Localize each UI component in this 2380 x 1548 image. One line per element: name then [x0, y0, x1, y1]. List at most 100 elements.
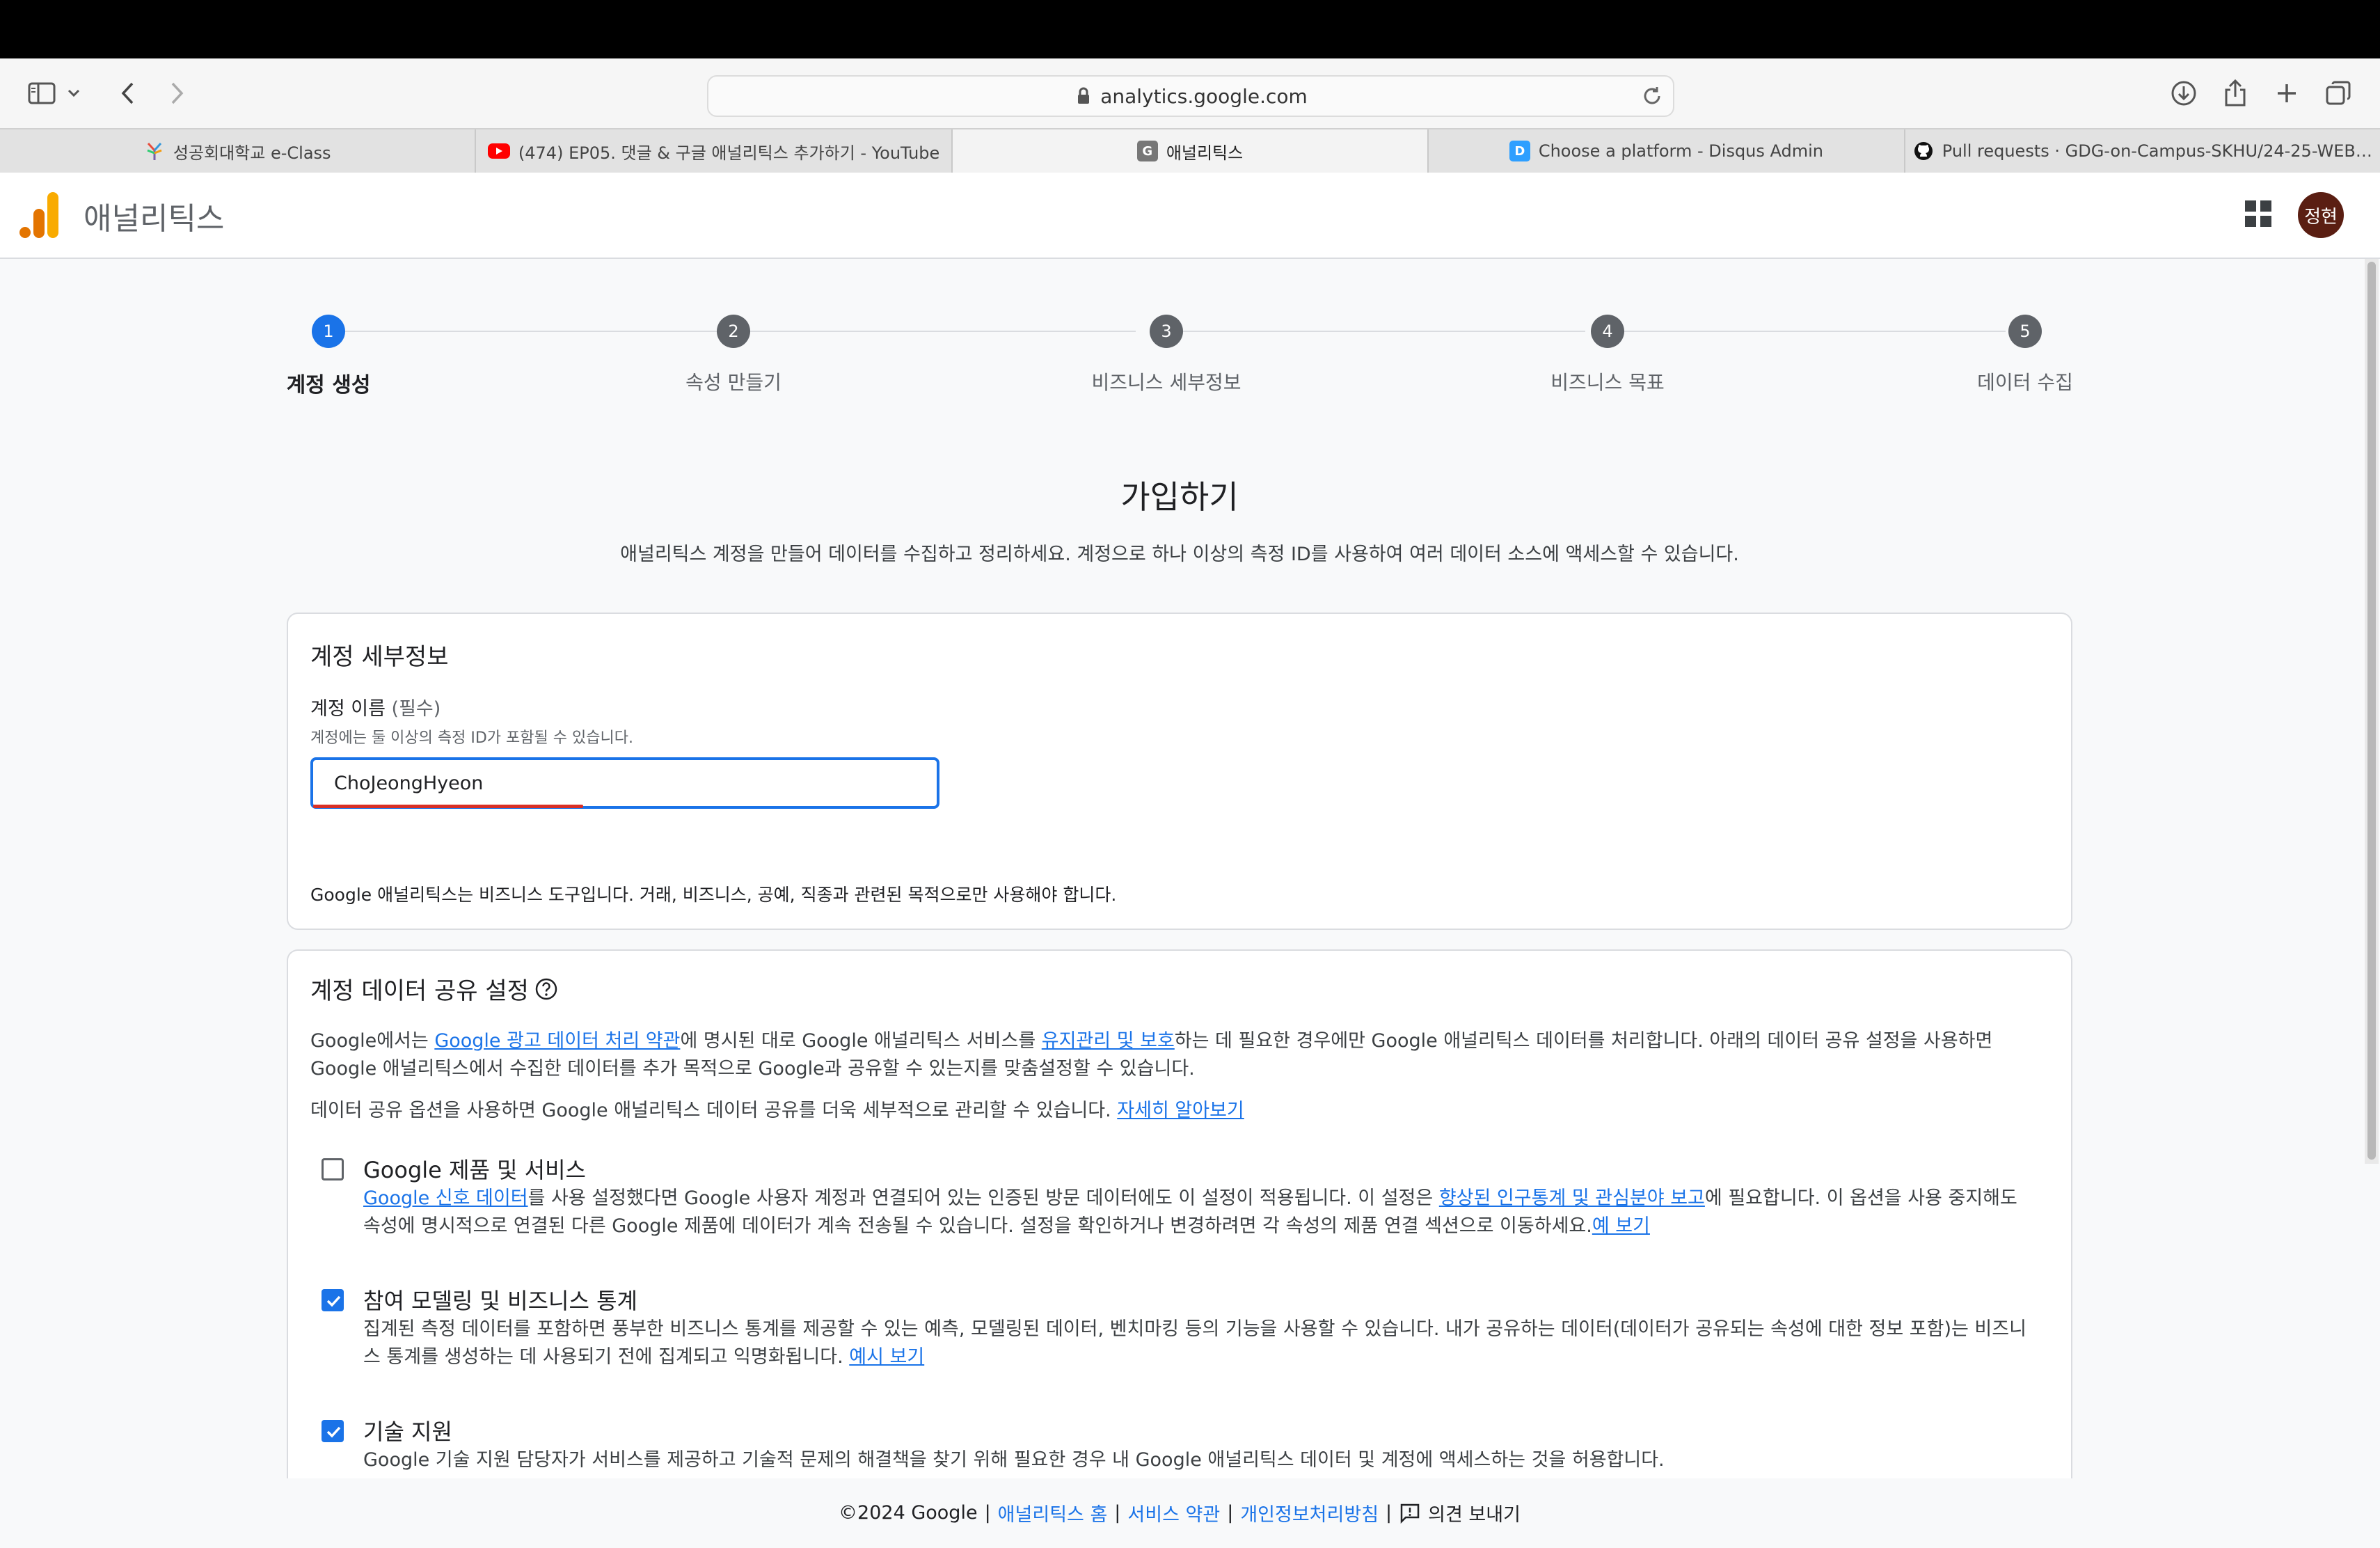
lock-icon: [1078, 87, 1090, 104]
view-example-link[interactable]: 예시 보기: [849, 1346, 924, 1368]
youtube-favicon-icon: [487, 143, 510, 159]
step-connector: [1183, 331, 1585, 332]
feedback-label[interactable]: 의견 보내기: [1428, 1499, 1521, 1526]
address-bar[interactable]: analytics.google.com: [707, 75, 1674, 117]
tab-title: 성공회대학교 e-Class: [173, 143, 331, 163]
back-icon[interactable]: [111, 77, 145, 110]
separator: |: [1386, 1502, 1393, 1524]
step-connector: [345, 331, 717, 332]
step-2-circle: 2: [717, 315, 750, 348]
tab-title: Choose a platform - Disqus Admin: [1538, 141, 1824, 161]
separator: |: [1227, 1502, 1234, 1524]
technical-support-checkbox[interactable]: [322, 1420, 344, 1442]
app-title: 애널리틱스: [84, 201, 225, 237]
tab-overview-icon[interactable]: [2322, 77, 2355, 110]
data-sharing-more: 데이터 공유 옵션을 사용하면 Google 애널리틱스 데이터 공유를 더욱 …: [310, 1097, 2043, 1125]
demographics-link[interactable]: 향상된 인구통계 및 관심분야 보고: [1439, 1187, 1705, 1209]
footer-links: ©2024 Google | 애널리틱스 홈 | 서비스 약관 | 개인정보처리…: [0, 1499, 2359, 1526]
step-connector: [1621, 331, 2006, 332]
step-5-label: 데이터 수집: [1977, 371, 2073, 394]
separator: |: [1114, 1502, 1121, 1524]
eclass-favicon-icon: [144, 141, 165, 161]
step-5-circle: 5: [2008, 315, 2042, 348]
option-title: 참여 모델링 및 비즈니스 통계: [363, 1288, 637, 1314]
engagement-modeling-checkbox[interactable]: [322, 1289, 344, 1311]
option-technical-support: 기술 지원 Google 기술 지원 담당자가 서비스를 제공하고 기술적 문제…: [322, 1414, 2047, 1480]
tab-github[interactable]: Pull requests · GDG-on-Campus-SKHU/24-25…: [1905, 129, 2380, 173]
step-4-label: 비즈니스 목표: [1550, 371, 1665, 394]
tab-title: (474) EP05. 댓글 & 구글 애널리틱스 추가하기 - YouTube: [518, 143, 940, 163]
account-name-label-text: 계정 이름: [310, 698, 386, 720]
business-tool-notice: Google 애널리틱스는 비즈니스 도구입니다. 거래, 비즈니스, 공예, …: [310, 885, 1117, 905]
privacy-link[interactable]: 개인정보처리방침: [1240, 1499, 1379, 1526]
apps-grid-icon[interactable]: [2242, 198, 2274, 230]
google-favicon-icon: G: [1136, 141, 1158, 161]
url-text: analytics.google.com: [1100, 84, 1308, 108]
disqus-favicon-icon: D: [1509, 141, 1530, 161]
data-sharing-intro: Google에서는 Google 광고 데이터 처리 약관에 명시된 대로 Go…: [310, 1027, 2043, 1083]
step-connector: [749, 331, 1136, 332]
option-engagement-modeling: 참여 모델링 및 비즈니스 통계 집계된 측정 데이터를 포함하면 풍부한 비즈…: [322, 1284, 2047, 1374]
tab-title: 애널리틱스: [1166, 143, 1244, 163]
option-description: Google 기술 지원 담당자가 서비스를 제공하고 기술적 문제의 해결책을…: [363, 1449, 1665, 1471]
setup-stepper: 1 2 3 4 5 계정 생성 속성 만들기 비즈니스 세부정보 비즈니스 목표…: [0, 306, 2380, 404]
chevron-down-icon[interactable]: [64, 77, 84, 110]
copyright: ©2024 Google: [839, 1502, 978, 1524]
tab-youtube[interactable]: (474) EP05. 댓글 & 구글 애널리틱스 추가하기 - YouTube: [476, 129, 953, 173]
google-signals-link[interactable]: Google 신호 데이터: [363, 1187, 528, 1209]
see-example-link[interactable]: 예 보기: [1592, 1215, 1650, 1237]
learn-more-link[interactable]: 자세히 알아보기: [1117, 1100, 1244, 1121]
option-text: 집계된 측정 데이터를 포함하면 풍부한 비즈니스 통계를 제공할 수 있는 예…: [363, 1318, 2026, 1368]
option-description: Google 신호 데이터를 사용 설정했다면 Google 사용자 계정과 연…: [363, 1185, 2033, 1240]
account-name-input[interactable]: [310, 757, 939, 809]
option-text: 를 사용 설정했다면 Google 사용자 계정과 연결되어 있는 인증된 방문…: [527, 1187, 1439, 1209]
step-1-circle: 1: [312, 315, 345, 348]
tab-analytics[interactable]: G 애널리틱스: [952, 129, 1429, 173]
account-details-title: 계정 세부정보: [310, 643, 449, 671]
share-icon[interactable]: [2219, 77, 2252, 110]
tab-strip: 성공회대학교 e-Class (474) EP05. 댓글 & 구글 애널리틱스…: [0, 128, 2380, 174]
step-2-label: 속성 만들기: [685, 371, 782, 394]
browser-toolbar: analytics.google.com: [0, 58, 2380, 128]
account-details-card: 계정 세부정보 계정 이름 (필수) 계정에는 둘 이상의 측정 ID가 포함될…: [287, 613, 2072, 930]
step-3-label: 비즈니스 세부정보: [1091, 371, 1241, 394]
new-tab-icon[interactable]: [2270, 77, 2303, 110]
account-name-label: 계정 이름 (필수): [310, 693, 441, 720]
reload-icon[interactable]: [1641, 85, 1663, 107]
option-title: 기술 지원: [363, 1419, 452, 1445]
tab-eclass[interactable]: 성공회대학교 e-Class: [0, 129, 477, 173]
maintain-protect-link[interactable]: 유지관리 및 보호: [1042, 1030, 1175, 1052]
spellcheck-underline: [313, 805, 583, 808]
google-products-checkbox[interactable]: [322, 1158, 344, 1180]
option-description: 집계된 측정 데이터를 포함하면 풍부한 비즈니스 통계를 제공할 수 있는 예…: [363, 1316, 2033, 1371]
data-sharing-card: 계정 데이터 공유 설정 Google에서는 Google 광고 데이터 처리 …: [287, 949, 2072, 1480]
analytics-logo-icon[interactable]: [19, 191, 60, 239]
github-favicon-icon: [1913, 141, 1934, 161]
more-text: 데이터 공유 옵션을 사용하면 Google 애널리틱스 데이터 공유를 더욱 …: [310, 1100, 1118, 1121]
required-text: (필수): [391, 698, 441, 720]
ads-data-terms-link[interactable]: Google 광고 데이터 처리 약관: [434, 1030, 680, 1052]
intro-text: Google에서는: [310, 1030, 435, 1052]
page-title: 가입하기: [1120, 478, 1239, 516]
terms-link[interactable]: 서비스 약관: [1127, 1499, 1220, 1526]
option-title: Google 제품 및 서비스: [363, 1157, 586, 1183]
app-header: 애널리틱스 정현: [0, 173, 2380, 259]
feedback-icon[interactable]: [1399, 1502, 1421, 1524]
intro-text: 에 명시된 대로 Google 애널리틱스 서비스를: [680, 1030, 1042, 1052]
avatar[interactable]: 정현: [2298, 192, 2344, 238]
forward-icon[interactable]: [160, 77, 193, 110]
footer: ©2024 Google | 애널리틱스 홈 | 서비스 약관 | 개인정보처리…: [0, 1478, 2380, 1548]
data-sharing-title: 계정 데이터 공유 설정: [310, 977, 529, 1005]
tab-disqus[interactable]: D Choose a platform - Disqus Admin: [1429, 129, 1905, 173]
menu-bar: [0, 0, 2380, 58]
option-google-products: Google 제품 및 서비스 Google 신호 데이터를 사용 설정했다면 …: [322, 1153, 2047, 1243]
step-4-circle: 4: [1591, 315, 1624, 348]
step-3-circle: 3: [1150, 315, 1183, 348]
help-circle-icon[interactable]: [534, 977, 558, 1001]
download-icon[interactable]: [2167, 77, 2200, 110]
analytics-home-link[interactable]: 애널리틱스 홈: [998, 1499, 1108, 1526]
sidebar-toggle-icon[interactable]: [25, 77, 58, 110]
step-1-label: 계정 생성: [286, 373, 371, 397]
page-description: 애널리틱스 계정을 만들어 데이터를 수집하고 정리하세요. 계정으로 하나 이…: [620, 544, 1739, 565]
tab-title: Pull requests · GDG-on-Campus-SKHU/24-25…: [1942, 141, 2372, 161]
